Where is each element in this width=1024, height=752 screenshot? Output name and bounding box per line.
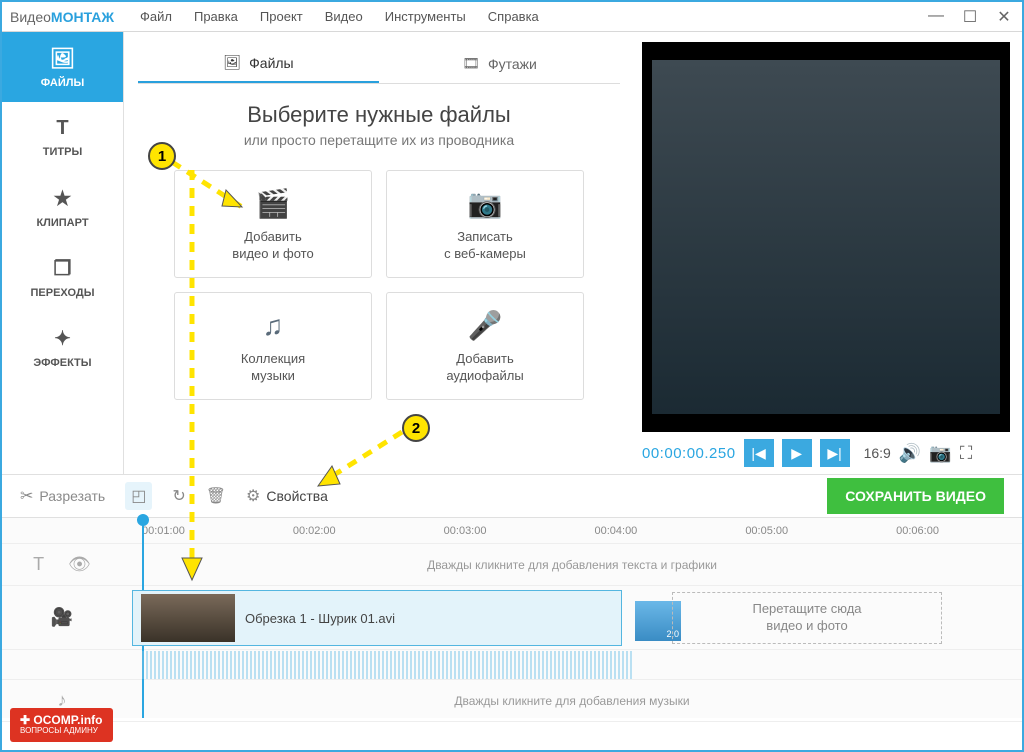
scissors-icon: ✂ bbox=[20, 486, 33, 506]
cut-button[interactable]: ✂Разрезать bbox=[20, 486, 105, 506]
tab-files[interactable]: 🖼Файлы bbox=[138, 44, 379, 83]
sidebar-label-files: ФАЙЛЫ bbox=[41, 77, 84, 89]
play-button[interactable]: ▶ bbox=[782, 439, 812, 467]
clip-filename: Обрезка 1 - Шурик 01.avi bbox=[245, 611, 395, 626]
volume-icon[interactable]: 🔊 bbox=[899, 443, 921, 464]
video-track[interactable]: 🎥 Обрезка 1 - Шурик 01.avi 2.0 Перетащит… bbox=[2, 586, 1022, 650]
aspect-ratio[interactable]: 16:9 bbox=[864, 445, 891, 461]
maximize-button[interactable]: ☐ bbox=[960, 7, 980, 27]
tab-footage[interactable]: 🎞Футажи bbox=[379, 44, 620, 83]
sidebar-item-files[interactable]: 🖼 ФАЙЛЫ bbox=[2, 32, 123, 102]
video-track-body[interactable]: Обрезка 1 - Шурик 01.avi 2.0 Перетащите … bbox=[122, 586, 1022, 649]
webcam-icon: 📷 bbox=[468, 186, 503, 221]
text-track-body[interactable]: Дважды кликните для добавления текста и … bbox=[122, 544, 1022, 585]
sidebar-label-clipart: КЛИПАРТ bbox=[36, 217, 88, 229]
sidebar-item-titles[interactable]: T ТИТРЫ bbox=[2, 102, 123, 172]
sidebar-item-clipart[interactable]: ★ КЛИПАРТ bbox=[2, 172, 123, 242]
preview-panel: 00:00:00.250 |◀ ▶ ▶| 16:9 🔊 📷 ⛶ bbox=[634, 32, 1022, 474]
snapshot-icon[interactable]: 📷 bbox=[929, 443, 951, 464]
picker-subtitle: или просто перетащите их из проводника bbox=[138, 132, 620, 148]
sidebar: 🖼 ФАЙЛЫ T ТИТРЫ ★ КЛИПАРТ ❐ ПЕРЕХОДЫ ✦ Э… bbox=[2, 32, 124, 474]
next-button[interactable]: ▶| bbox=[820, 439, 850, 467]
camera-icon: 🎥 bbox=[51, 607, 73, 628]
files-tab-icon: 🖼 bbox=[223, 54, 241, 71]
window-controls: — ☐ ✕ bbox=[926, 7, 1014, 27]
close-button[interactable]: ✕ bbox=[994, 7, 1014, 27]
text-track-head: T👁 bbox=[2, 554, 122, 575]
music-track[interactable]: ♪ Дважды кликните для добавления музыки bbox=[2, 680, 1022, 722]
timeline: 00:01:0000:02:0000:03:0000:04:0000:05:00… bbox=[2, 518, 1022, 718]
card-webcam[interactable]: 📷 Записатьс веб-камеры bbox=[386, 170, 584, 278]
clipart-icon: ★ bbox=[54, 186, 72, 211]
video-preview[interactable] bbox=[642, 42, 1010, 432]
files-icon: 🖼 bbox=[50, 46, 75, 71]
footage-tab-icon: 🎞 bbox=[462, 55, 480, 72]
menu-video[interactable]: Видео bbox=[325, 9, 363, 24]
sidebar-label-effects: ЭФФЕКТЫ bbox=[33, 357, 91, 369]
eye-icon[interactable]: 👁 bbox=[68, 554, 91, 575]
tabs: 🖼Файлы 🎞Футажи bbox=[138, 44, 620, 84]
timecode: 00:00:00.250 bbox=[642, 445, 736, 462]
sidebar-item-transitions[interactable]: ❐ ПЕРЕХОДЫ bbox=[2, 242, 123, 312]
text-track[interactable]: T👁 Дважды кликните для добавления текста… bbox=[2, 544, 1022, 586]
music-track-body[interactable]: Дважды кликните для добавления музыки bbox=[122, 680, 1022, 721]
fullscreen-icon[interactable]: ⛶ bbox=[960, 443, 973, 464]
watermark-badge: ✚ OCOMP.info ВОПРОСЫ АДМИНУ bbox=[10, 708, 113, 742]
video-clip[interactable]: Обрезка 1 - Шурик 01.avi 2.0 bbox=[132, 590, 622, 646]
audio-wave-track[interactable] bbox=[2, 650, 1022, 680]
card-add-audio[interactable]: 🎤 Добавитьаудиофайлы bbox=[386, 292, 584, 400]
effects-icon: ✦ bbox=[54, 326, 71, 351]
crop-button[interactable]: ◰ bbox=[125, 482, 152, 510]
text-icon: T bbox=[33, 554, 44, 575]
gear-icon: ⚙ bbox=[246, 486, 260, 506]
save-video-button[interactable]: СОХРАНИТЬ ВИДЕО bbox=[827, 478, 1004, 514]
menu-edit[interactable]: Правка bbox=[194, 9, 238, 24]
app-title: ВидеоМОНТАЖ bbox=[10, 9, 114, 25]
arrow-1-to-timeline bbox=[178, 170, 218, 590]
annotation-1: 1 bbox=[148, 142, 176, 170]
video-track-head: 🎥 bbox=[2, 607, 122, 628]
menu-help[interactable]: Справка bbox=[488, 9, 539, 24]
video-dropzone[interactable]: Перетащите сюда видео и фото bbox=[672, 592, 942, 644]
arrow-2-to-crop bbox=[312, 426, 412, 496]
menubar: Файл Правка Проект Видео Инструменты Спр… bbox=[140, 9, 539, 24]
annotation-2: 2 bbox=[402, 414, 430, 442]
prev-button[interactable]: |◀ bbox=[744, 439, 774, 467]
music-icon: ♫ bbox=[263, 308, 284, 343]
minimize-button[interactable]: — bbox=[926, 7, 946, 27]
time-ruler[interactable]: 00:01:0000:02:0000:03:0000:04:0000:05:00… bbox=[2, 518, 1022, 544]
preview-controls: 00:00:00.250 |◀ ▶ ▶| 16:9 🔊 📷 ⛶ bbox=[642, 432, 1010, 474]
mic-icon: 🎤 bbox=[468, 308, 503, 343]
transitions-icon: ❐ bbox=[54, 256, 72, 281]
video-frame bbox=[652, 60, 1000, 414]
clip-thumbnail bbox=[141, 594, 235, 642]
sidebar-item-effects[interactable]: ✦ ЭФФЕКТЫ bbox=[2, 312, 123, 382]
clip-toolbar: ✂Разрезать ◰ ↻ 🗑 ⚙Свойства СОХРАНИТЬ ВИД… bbox=[2, 474, 1022, 518]
picker-title: Выберите нужные файлы bbox=[138, 102, 620, 128]
sidebar-label-titles: ТИТРЫ bbox=[43, 146, 82, 158]
menu-project[interactable]: Проект bbox=[260, 9, 303, 24]
titles-icon: T bbox=[56, 117, 68, 140]
menu-tools[interactable]: Инструменты bbox=[385, 9, 466, 24]
audio-waveform bbox=[142, 651, 632, 679]
menu-file[interactable]: Файл bbox=[140, 9, 172, 24]
sidebar-label-transitions: ПЕРЕХОДЫ bbox=[31, 287, 95, 299]
titlebar: ВидеоМОНТАЖ Файл Правка Проект Видео Инс… bbox=[2, 2, 1022, 32]
crop-icon: ◰ bbox=[131, 486, 146, 506]
